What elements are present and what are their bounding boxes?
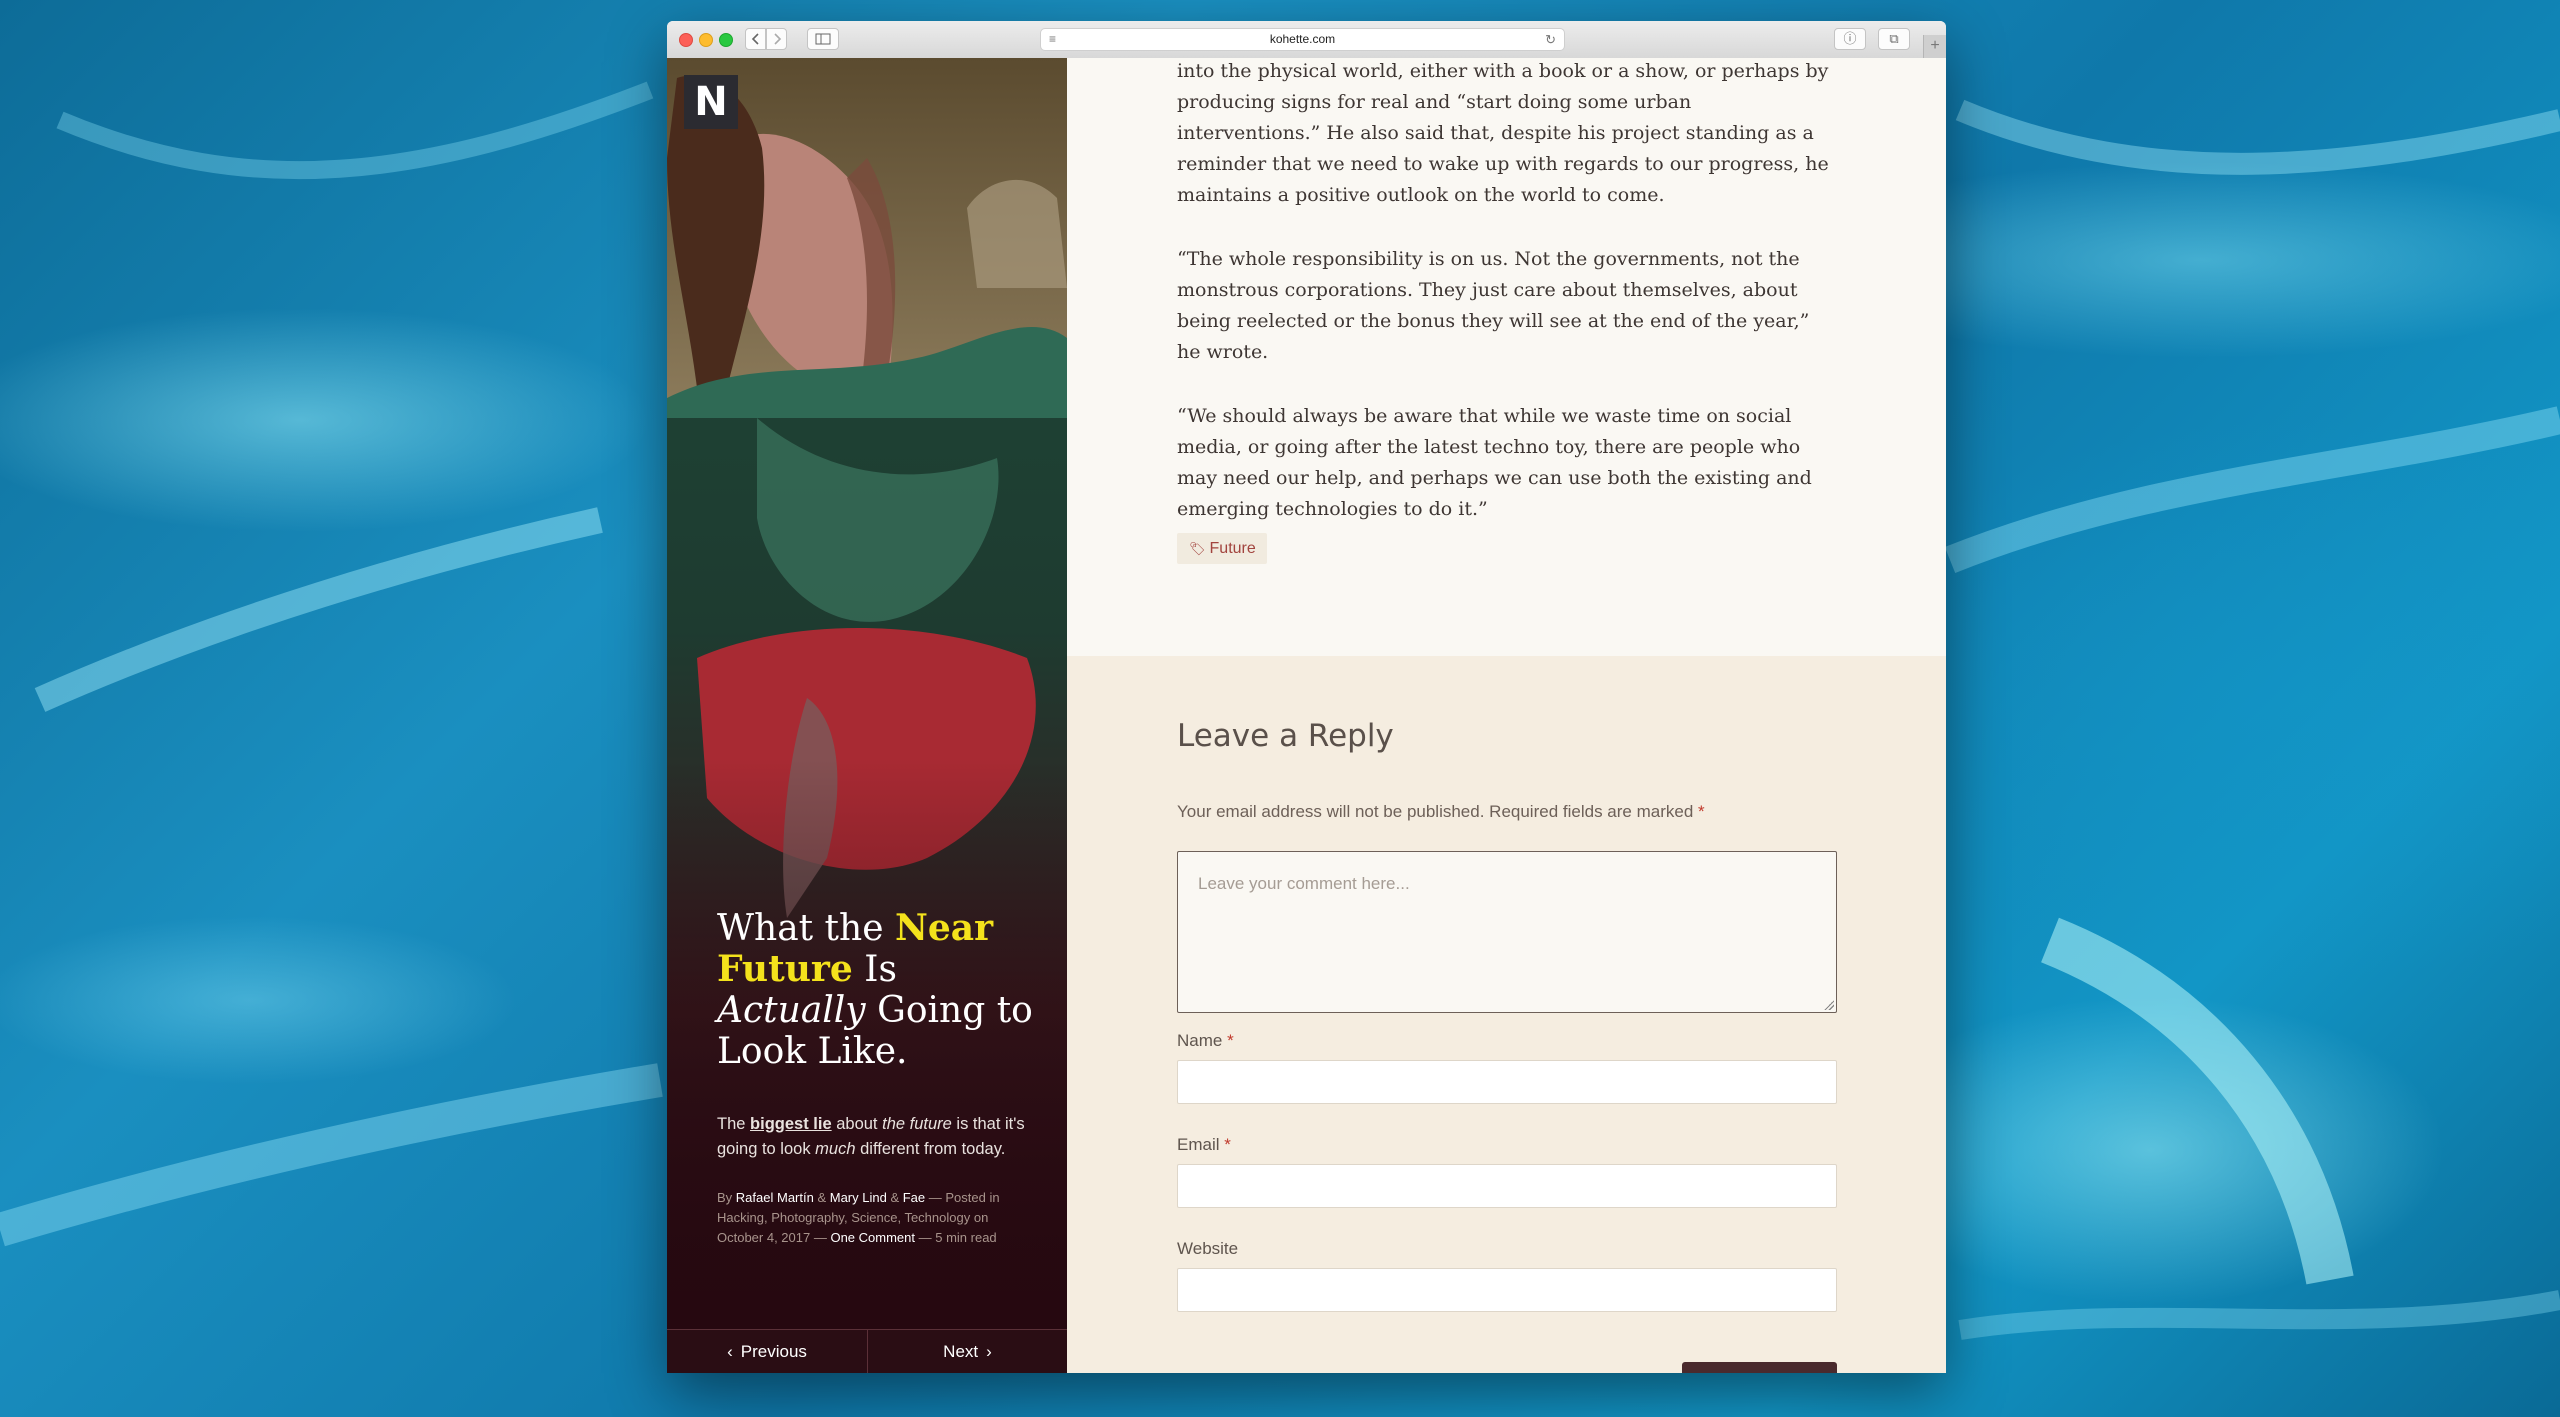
comment-textarea[interactable]: Leave your comment here... [1177, 851, 1837, 1013]
subtitle-emphasis-1: the future [882, 1115, 952, 1133]
subtitle-text-2: about [831, 1115, 883, 1133]
tag-future[interactable]: 🏷 Future [1177, 533, 1267, 564]
close-window-button[interactable] [679, 33, 693, 47]
back-button[interactable] [745, 28, 766, 50]
email-label-text: Email [1177, 1135, 1220, 1154]
meta-dash: — [810, 1230, 831, 1245]
share-icon: ⓘ [1843, 31, 1857, 46]
article-paragraph: “The whole responsibility is on us. Not … [1177, 248, 1810, 363]
sidebar-toggle-button[interactable] [807, 28, 839, 50]
meta-posted-in: — Posted in [925, 1190, 1000, 1205]
subtitle-text-4: different from today. [855, 1140, 1006, 1158]
meta-amp-2: & [886, 1190, 903, 1205]
next-post-button[interactable]: Next › [868, 1330, 1067, 1373]
comment-placeholder: Leave your comment here... [1198, 874, 1410, 893]
subtitle-link[interactable]: biggest lie [750, 1115, 832, 1133]
share-button[interactable]: ⓘ [1834, 28, 1866, 50]
tag-label: Future [1209, 540, 1256, 557]
required-mark: * [1698, 802, 1705, 821]
comment-notes-text: Your email address will not be published… [1177, 802, 1694, 821]
post-meta: By Rafael Martín & Mary Lind & Fae — Pos… [717, 1190, 1000, 1245]
required-mark: * [1227, 1031, 1234, 1050]
post-navigation: ‹ Previous Next › [667, 1329, 1067, 1373]
tabs-button[interactable]: ⧉ [1878, 28, 1910, 50]
forward-button[interactable] [766, 28, 787, 50]
next-label: Next [943, 1342, 979, 1361]
name-field[interactable] [1177, 1060, 1837, 1104]
address-bar[interactable]: ≡ kohette.com ↻ [1040, 28, 1565, 51]
article-paragraph: into the physical world, either with a b… [1177, 60, 1829, 206]
meta-amp-1: & [813, 1190, 830, 1205]
author-link-2[interactable]: Mary Lind [830, 1190, 887, 1205]
category-link-photography[interactable]: Photography [771, 1210, 844, 1225]
website-field[interactable] [1177, 1268, 1837, 1312]
post-comment-button[interactable] [1682, 1362, 1837, 1373]
meta-on: on [970, 1210, 989, 1225]
post-title: What the Near Future Is Actually Going t… [717, 908, 1037, 1073]
reply-title: Leave a Reply [1177, 718, 1394, 754]
subtitle-emphasis-2: much [815, 1140, 856, 1158]
website-label: Website [1177, 1239, 1239, 1258]
comment-form-section: Leave a Reply Your email address will no… [1067, 656, 1946, 1373]
site-logo[interactable]: N [684, 75, 738, 129]
article-body: into the physical world, either with a b… [1177, 58, 1837, 558]
category-link-hacking[interactable]: Hacking [717, 1210, 764, 1225]
category-link-technology[interactable]: Technology [904, 1210, 970, 1225]
tag-icon: 🏷 [1189, 541, 1206, 556]
author-link-3[interactable]: Fae [903, 1190, 925, 1205]
zoom-window-button[interactable] [719, 33, 733, 47]
reload-icon[interactable]: ↻ [1545, 29, 1556, 50]
chevron-left-icon: ‹ [727, 1342, 733, 1361]
new-tab-button[interactable]: + [1923, 35, 1946, 58]
tabs-icon: ⧉ [1889, 31, 1899, 46]
post-hero-sidebar: N What the Near Future Is Actually Going… [667, 58, 1067, 1373]
browser-window: ≡ kohette.com ↻ ⓘ ⧉ + N What the Near Fu… [667, 21, 1946, 1373]
comment-notes: Your email address will not be published… [1177, 802, 1705, 822]
title-part-2: Is [852, 949, 897, 990]
sidebar-icon [815, 33, 831, 45]
address-url: kohette.com [1269, 32, 1336, 46]
minimize-window-button[interactable] [699, 33, 713, 47]
reader-icon[interactable]: ≡ [1049, 29, 1056, 50]
article-paragraph: “We should always be aware that while we… [1177, 405, 1812, 520]
chevron-right-icon: › [986, 1342, 992, 1361]
email-field[interactable] [1177, 1164, 1837, 1208]
required-mark: * [1224, 1135, 1231, 1154]
post-subtitle: The biggest lie about the future is that… [717, 1112, 1037, 1162]
browser-toolbar: ≡ kohette.com ↻ ⓘ ⧉ + [667, 21, 1946, 59]
post-content: into the physical world, either with a b… [1067, 58, 1946, 1373]
author-link-1[interactable]: Rafael Martín [736, 1190, 814, 1205]
email-label: Email * [1177, 1135, 1231, 1155]
comments-link[interactable]: One Comment [830, 1230, 915, 1245]
previous-post-button[interactable]: ‹ Previous [667, 1330, 868, 1373]
name-label-text: Name [1177, 1031, 1223, 1050]
title-part-1: What the [717, 908, 895, 949]
read-time: — 5 min read [915, 1230, 997, 1245]
chevron-right-icon [773, 33, 781, 45]
previous-label: Previous [740, 1342, 807, 1361]
meta-by: By [717, 1190, 736, 1205]
resize-grip-icon[interactable] [1824, 1000, 1834, 1010]
chevron-left-icon [751, 33, 759, 45]
name-label: Name * [1177, 1031, 1234, 1051]
title-italic: Actually [717, 990, 866, 1031]
post-date: October 4, 2017 [717, 1230, 811, 1245]
subtitle-text-1: The [717, 1115, 751, 1133]
category-link-science[interactable]: Science [851, 1210, 897, 1225]
